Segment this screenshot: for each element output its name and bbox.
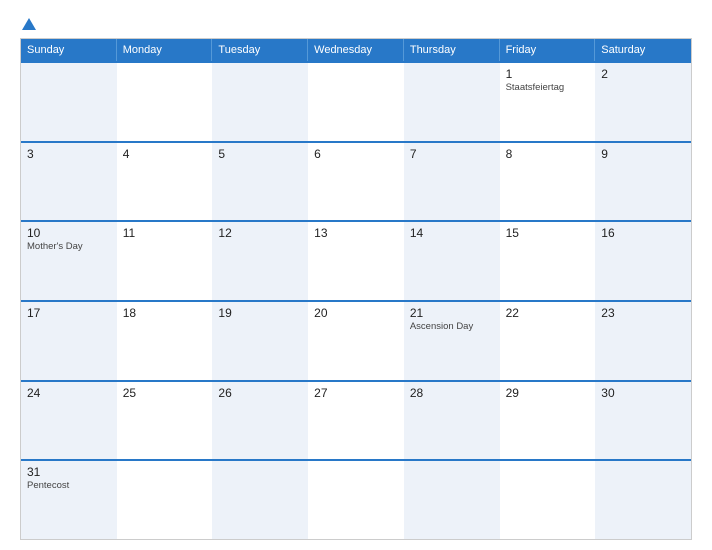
day-number: 26: [218, 386, 302, 400]
calendar-cell: 9: [595, 143, 691, 221]
day-number: 20: [314, 306, 398, 320]
calendar-cell: [308, 461, 404, 539]
day-event: Staatsfeiertag: [506, 82, 590, 93]
calendar-row-0: 1Staatsfeiertag 2: [21, 61, 691, 141]
calendar-page: SundayMondayTuesdayWednesdayThursdayFrid…: [0, 0, 712, 550]
day-number: 3: [27, 147, 111, 161]
calendar-grid: SundayMondayTuesdayWednesdayThursdayFrid…: [20, 38, 692, 540]
day-number: 29: [506, 386, 590, 400]
calendar-cell: 28: [404, 382, 500, 460]
calendar-cell: [212, 461, 308, 539]
calendar-cell: 3: [21, 143, 117, 221]
day-number: 18: [123, 306, 207, 320]
day-number: 11: [123, 226, 207, 240]
calendar-cell: 7: [404, 143, 500, 221]
calendar-cell: 22: [500, 302, 596, 380]
day-number: 1: [506, 67, 590, 81]
day-number: 21: [410, 306, 494, 320]
calendar-cell: 4: [117, 143, 213, 221]
calendar-cell: [21, 63, 117, 141]
calendar-cell: 18: [117, 302, 213, 380]
weekday-header-monday: Monday: [117, 39, 213, 61]
day-number: 15: [506, 226, 590, 240]
weekday-header-sunday: Sunday: [21, 39, 117, 61]
day-number: 22: [506, 306, 590, 320]
calendar-cell: [404, 63, 500, 141]
calendar-row-1: 3456789: [21, 141, 691, 221]
day-number: 9: [601, 147, 685, 161]
day-number: 16: [601, 226, 685, 240]
calendar-cell: 11: [117, 222, 213, 300]
day-number: 30: [601, 386, 685, 400]
calendar-cell: 14: [404, 222, 500, 300]
day-number: 10: [27, 226, 111, 240]
calendar-cell: 31Pentecost: [21, 461, 117, 539]
day-number: 8: [506, 147, 590, 161]
calendar-cell: 25: [117, 382, 213, 460]
calendar-cell: 29: [500, 382, 596, 460]
logo: [20, 18, 36, 32]
calendar-cell: 30: [595, 382, 691, 460]
calendar-cell: [212, 63, 308, 141]
calendar-cell: 19: [212, 302, 308, 380]
calendar-cell: [404, 461, 500, 539]
day-event: Pentecost: [27, 480, 111, 491]
calendar-body: 1Staatsfeiertag2345678910Mother's Day111…: [21, 61, 691, 539]
day-number: 28: [410, 386, 494, 400]
calendar-cell: 1Staatsfeiertag: [500, 63, 596, 141]
day-number: 14: [410, 226, 494, 240]
weekday-header-tuesday: Tuesday: [212, 39, 308, 61]
calendar-cell: 21Ascension Day: [404, 302, 500, 380]
calendar-header: SundayMondayTuesdayWednesdayThursdayFrid…: [21, 39, 691, 61]
calendar-cell: 8: [500, 143, 596, 221]
weekday-header-wednesday: Wednesday: [308, 39, 404, 61]
logo-triangle-icon: [22, 18, 36, 30]
day-number: 6: [314, 147, 398, 161]
calendar-cell: 5: [212, 143, 308, 221]
day-number: 23: [601, 306, 685, 320]
day-number: 24: [27, 386, 111, 400]
day-number: 7: [410, 147, 494, 161]
calendar-cell: [308, 63, 404, 141]
calendar-cell: 15: [500, 222, 596, 300]
calendar-cell: 23: [595, 302, 691, 380]
calendar-row-2: 10Mother's Day 11 12 13 14 15 16: [21, 220, 691, 300]
weekday-header-thursday: Thursday: [404, 39, 500, 61]
calendar-row-5: 31Pentecost: [21, 459, 691, 539]
day-number: 13: [314, 226, 398, 240]
day-number: 25: [123, 386, 207, 400]
calendar-row-3: 17 18 19 20 21Ascension Day 22 23: [21, 300, 691, 380]
calendar-cell: 6: [308, 143, 404, 221]
weekday-header-friday: Friday: [500, 39, 596, 61]
calendar-cell: 20: [308, 302, 404, 380]
day-number: 5: [218, 147, 302, 161]
day-number: 19: [218, 306, 302, 320]
day-number: 31: [27, 465, 111, 479]
calendar-row-4: 24 25 26 27 28 29 30: [21, 380, 691, 460]
calendar-cell: [595, 461, 691, 539]
calendar-cell: [117, 63, 213, 141]
calendar-cell: 17: [21, 302, 117, 380]
day-number: 27: [314, 386, 398, 400]
calendar-cell: [117, 461, 213, 539]
calendar-cell: 24: [21, 382, 117, 460]
calendar-cell: 26: [212, 382, 308, 460]
day-number: 4: [123, 147, 207, 161]
weekday-header-saturday: Saturday: [595, 39, 691, 61]
day-number: 2: [601, 67, 685, 81]
day-number: 17: [27, 306, 111, 320]
calendar-cell: 16: [595, 222, 691, 300]
day-number: 12: [218, 226, 302, 240]
day-event: Ascension Day: [410, 321, 494, 332]
calendar-cell: 10Mother's Day: [21, 222, 117, 300]
top-bar: [20, 18, 692, 32]
calendar-cell: 27: [308, 382, 404, 460]
calendar-cell: [500, 461, 596, 539]
calendar-cell: 13: [308, 222, 404, 300]
day-event: Mother's Day: [27, 241, 111, 252]
calendar-cell: 12: [212, 222, 308, 300]
calendar-cell: 2: [595, 63, 691, 141]
